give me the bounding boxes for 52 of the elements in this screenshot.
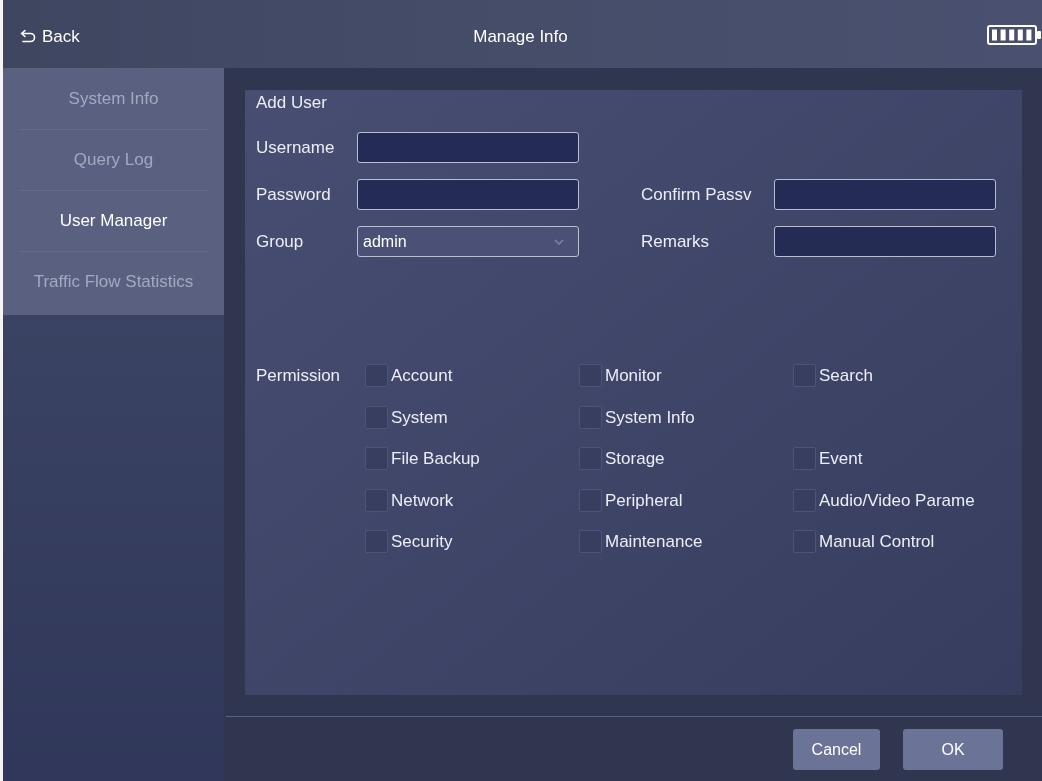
sidebar-item[interactable]: Traffic Flow Statistics (3, 252, 224, 312)
checkbox[interactable] (365, 530, 388, 553)
dropdown-field[interactable]: admin (357, 226, 579, 257)
permission-option: System (391, 405, 448, 429)
permission-option: Peripheral (605, 488, 683, 512)
permission-option: Maintenance (605, 530, 703, 553)
checkbox[interactable] (365, 364, 388, 387)
permission-option: Search (819, 364, 873, 387)
back-arrow-icon (20, 29, 36, 43)
text-field[interactable] (357, 179, 579, 210)
permission-option: Account (391, 364, 453, 387)
dialog-button[interactable]: Cancel (793, 729, 880, 770)
dropdown-value: admin (363, 231, 407, 252)
permission-option: Monitor (605, 364, 662, 387)
sidebar-item[interactable]: System Info (3, 69, 224, 129)
dialog-button[interactable]: OK (903, 729, 1003, 770)
field-label: Password (256, 183, 332, 206)
back-button[interactable]: Back (20, 27, 80, 45)
permission-option: Manual Control (819, 530, 935, 553)
permission-label: Permission (256, 365, 342, 387)
checkbox[interactable] (579, 364, 602, 387)
permission-option: Storage (605, 447, 665, 470)
field-label: Remarks (641, 230, 710, 253)
checkbox[interactable] (579, 405, 602, 429)
permission-option: System Info (605, 405, 695, 429)
permission-option: Network (391, 488, 454, 512)
checkbox[interactable] (793, 530, 816, 553)
checkbox[interactable] (579, 488, 602, 512)
checkbox[interactable] (365, 488, 388, 512)
field-label: Username (256, 136, 336, 159)
text-field[interactable] (357, 132, 579, 163)
text-field[interactable] (774, 179, 996, 210)
checkbox[interactable] (793, 488, 816, 512)
checkbox[interactable] (365, 447, 388, 470)
battery-icon (987, 25, 1041, 45)
permission-option: Event (819, 447, 863, 470)
checkbox[interactable] (793, 364, 816, 387)
dropdown-caret-icon (554, 238, 564, 245)
field-label: Confirm Passv (641, 183, 753, 206)
checkbox[interactable] (365, 405, 388, 429)
sidebar-item[interactable]: Query Log (3, 130, 224, 190)
text-field[interactable] (774, 226, 996, 257)
checkbox[interactable] (579, 530, 602, 553)
page-title: Manage Info (473, 27, 568, 45)
section-title: Add User (256, 93, 327, 113)
sidebar-item[interactable]: User Manager (3, 191, 224, 251)
checkbox[interactable] (793, 447, 816, 470)
permission-option: Audio/Video Parame (819, 488, 975, 512)
permission-option: Security (391, 530, 453, 553)
permission-option: File Backup (391, 447, 480, 470)
field-label: Group (256, 230, 305, 253)
checkbox[interactable] (579, 447, 602, 470)
